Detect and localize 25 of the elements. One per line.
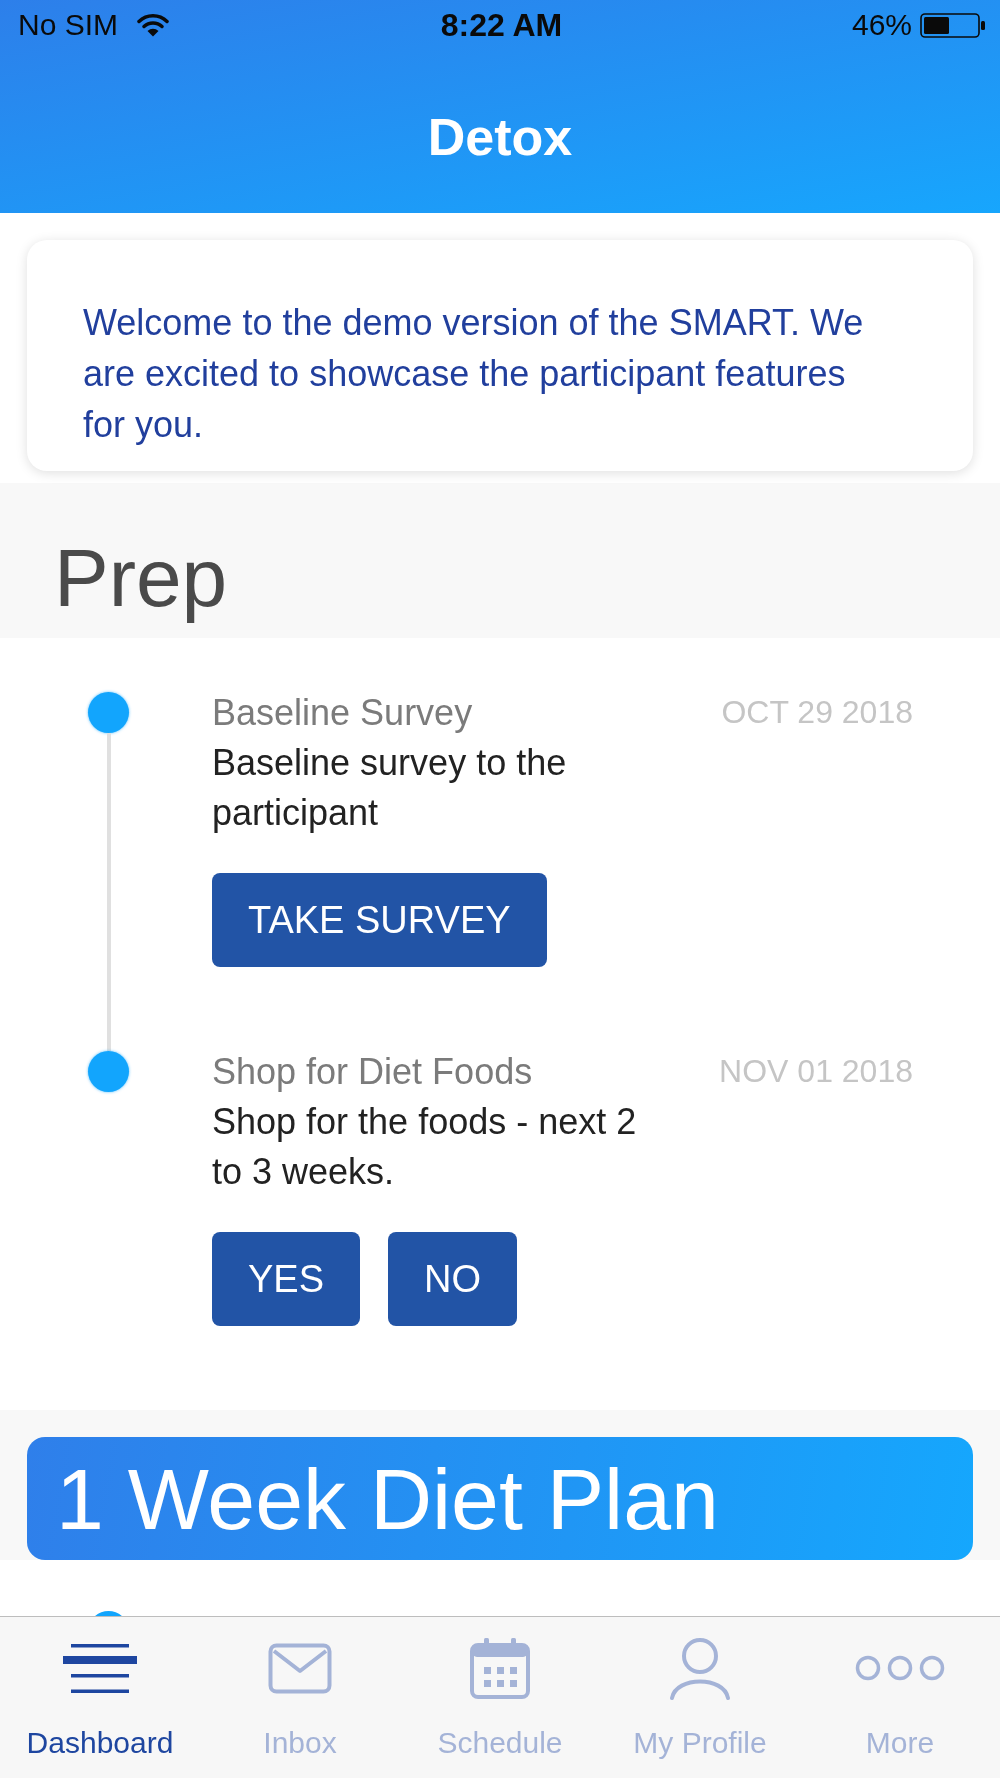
more-icon — [855, 1655, 945, 1681]
menu-icon — [63, 1643, 137, 1693]
action-button[interactable]: TAKE SURVEY — [212, 873, 547, 967]
status-time: 8:22 AM — [440, 7, 563, 43]
event-date: NOV 01 2018 — [719, 1052, 913, 1091]
timeline-dot-icon — [88, 692, 129, 733]
mail-icon — [268, 1642, 332, 1694]
event-title: Baseline Survey — [212, 692, 473, 733]
event-description: Baseline survey to the participant — [212, 741, 568, 835]
calendar-icon — [470, 1637, 530, 1699]
welcome-message: Welcome to the demo version of the SMART. We are excited to showcase the participant features for you. — [83, 301, 865, 447]
battery-icon — [920, 12, 985, 38]
timeline-dot-icon — [88, 1051, 129, 1092]
page-title: Detox — [427, 106, 573, 167]
event-description: Shop for the foods - next 2 to 3 weeks. — [212, 1100, 638, 1194]
action-button[interactable]: NO — [388, 1232, 518, 1326]
event-date: OCT 29 2018 — [721, 693, 913, 732]
battery-percentage: 46% — [851, 7, 912, 43]
event-title: Shop for Diet Foods — [212, 1051, 533, 1092]
tab-button[interactable]: Dashboard — [0, 1617, 200, 1778]
action-button[interactable]: YES — [212, 1232, 361, 1326]
section-banner: 1 Week Diet Plan — [27, 1437, 973, 1560]
wifi-icon — [137, 13, 170, 37]
carrier-label: No SIM — [18, 7, 119, 43]
person-icon — [668, 1636, 732, 1700]
